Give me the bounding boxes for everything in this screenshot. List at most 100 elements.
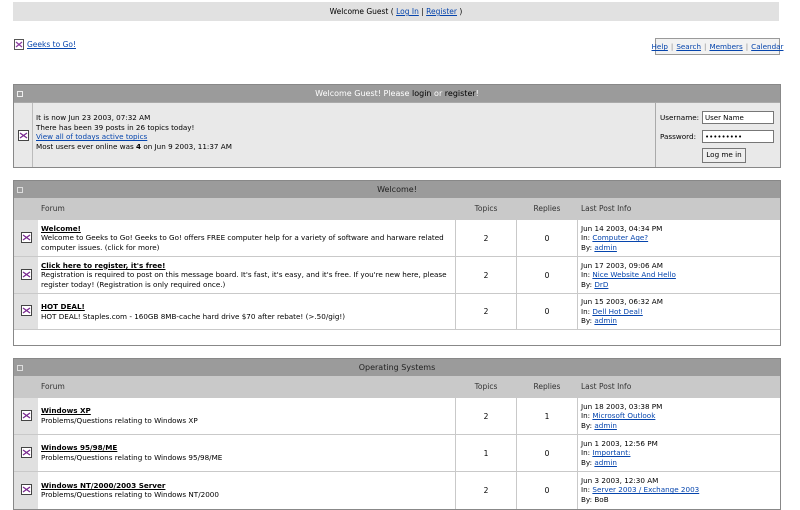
login-link[interactable]: Log In bbox=[396, 7, 419, 16]
forum-name-link[interactable]: Click here to register, it's free! bbox=[41, 261, 452, 271]
replies-count: 0 bbox=[516, 471, 578, 509]
forum-name-link[interactable]: Welcome! bbox=[41, 224, 452, 234]
category-title: Operating Systems bbox=[358, 363, 436, 372]
header-login-link[interactable]: login bbox=[412, 89, 432, 98]
last-post-date: Jun 1 2003, 12:56 PM bbox=[581, 438, 658, 448]
topics-count: 2 bbox=[455, 293, 517, 330]
in-label: In: bbox=[581, 306, 593, 316]
table-header-row: Forum Topics Replies Last Post Info bbox=[14, 376, 780, 398]
table-row: Click here to register, it's free! Regis… bbox=[14, 256, 780, 294]
replies-count: 0 bbox=[516, 434, 578, 472]
last-poster-link[interactable]: DrD bbox=[594, 280, 608, 289]
header-register-link[interactable]: register bbox=[445, 89, 476, 98]
replies-col-header: Replies bbox=[516, 376, 578, 398]
info-icon-cell bbox=[14, 103, 33, 167]
category-welcome: Welcome! Forum Topics Replies Last Post … bbox=[13, 180, 781, 346]
forum-icon bbox=[20, 305, 32, 316]
help-link[interactable]: Help bbox=[652, 42, 668, 51]
by-label: By: bbox=[581, 279, 595, 289]
welcome-head-or: or bbox=[431, 89, 445, 98]
calendar-link[interactable]: Calendar bbox=[751, 42, 783, 51]
forum-cell: Welcome! Welcome to Geeks to Go! Geeks t… bbox=[38, 219, 456, 257]
welcome-head-suffix: ! bbox=[475, 89, 479, 98]
search-link[interactable]: Search bbox=[676, 42, 701, 51]
category-footer-row bbox=[14, 329, 780, 345]
category-title: Welcome! bbox=[377, 185, 417, 194]
forum-name-link[interactable]: Windows NT/2000/2003 Server bbox=[41, 481, 452, 491]
welcome-guest-text: Welcome Guest ( bbox=[329, 7, 397, 16]
in-label: In: bbox=[581, 448, 593, 458]
brand-link[interactable]: Geeks to Go! bbox=[27, 40, 76, 49]
last-post-date: Jun 14 2003, 04:34 PM bbox=[581, 223, 663, 233]
forum-description: Welcome to Geeks to Go! Geeks to Go! off… bbox=[41, 233, 444, 252]
last-topic-link[interactable]: Computer Age? bbox=[592, 233, 648, 242]
forum-name-link[interactable]: HOT DEAL! bbox=[41, 302, 452, 312]
forum-cell: Windows XP Problems/Questions relating t… bbox=[38, 397, 456, 435]
forum-col-header: Forum bbox=[38, 198, 456, 220]
last-post-cell: Jun 1 2003, 12:56 PM In: Important: By: … bbox=[577, 434, 780, 472]
category-operating-systems: Operating Systems Forum Topics Replies L… bbox=[13, 358, 781, 510]
last-post-col-header: Last Post Info bbox=[577, 198, 780, 220]
welcome-head-text: Welcome Guest! Please bbox=[315, 89, 413, 98]
username-label: Username: bbox=[660, 113, 700, 122]
forum-icon-cell bbox=[14, 397, 38, 435]
username-input[interactable] bbox=[702, 111, 774, 124]
password-input[interactable] bbox=[702, 130, 774, 143]
forum-icon-cell bbox=[14, 256, 38, 294]
forum-name-link[interactable]: Windows XP bbox=[41, 406, 452, 416]
last-poster-link[interactable]: admin bbox=[594, 421, 617, 430]
welcome-panel-header: Welcome Guest! Please login or register! bbox=[14, 85, 780, 102]
collapse-icon[interactable] bbox=[17, 365, 23, 371]
topics-count: 2 bbox=[455, 219, 517, 257]
last-poster-link[interactable]: admin bbox=[594, 243, 617, 252]
by-label: By: bbox=[581, 457, 595, 467]
forum-icon-cell bbox=[14, 219, 38, 257]
forum-table: Forum Topics Replies Last Post Info Wind… bbox=[14, 376, 780, 509]
category-footer bbox=[14, 329, 780, 345]
table-row: Windows 95/98/ME Problems/Questions rela… bbox=[14, 434, 780, 472]
replies-count: 1 bbox=[516, 397, 578, 435]
login-button[interactable]: Log me in bbox=[702, 148, 746, 163]
members-link[interactable]: Members bbox=[709, 42, 742, 51]
collapse-icon[interactable] bbox=[17, 91, 23, 97]
register-link[interactable]: Register bbox=[426, 7, 457, 16]
topics-col-header: Topics bbox=[455, 376, 517, 398]
forum-icon bbox=[20, 268, 32, 280]
password-label: Password: bbox=[660, 132, 696, 141]
forum-cell: Click here to register, it's free! Regis… bbox=[38, 256, 456, 294]
forum-table: Forum Topics Replies Last Post Info Welc… bbox=[14, 198, 780, 345]
collapse-icon[interactable] bbox=[17, 187, 23, 193]
forum-icon bbox=[20, 409, 32, 421]
last-topic-link[interactable]: Microsoft Outlook bbox=[592, 411, 655, 420]
by-label: By: bbox=[581, 316, 595, 326]
forum-cell: Windows 95/98/ME Problems/Questions rela… bbox=[38, 434, 456, 472]
replies-col-header: Replies bbox=[516, 198, 578, 220]
most-online-text: Most users ever online was 4 on Jun 9 20… bbox=[36, 141, 232, 151]
topics-count: 1 bbox=[455, 434, 517, 472]
board-info-icon bbox=[17, 129, 29, 141]
last-poster-link[interactable]: admin bbox=[594, 458, 617, 467]
replies-count: 0 bbox=[516, 293, 578, 330]
last-poster-link[interactable]: admin bbox=[594, 316, 617, 325]
current-time: It is now Jun 23 2003, 07:32 AM bbox=[36, 113, 151, 122]
forum-col-header: Forum bbox=[38, 376, 456, 398]
last-post-date: Jun 17 2003, 09:06 AM bbox=[581, 260, 663, 270]
last-topic-link[interactable]: Nice Website And Hello bbox=[592, 270, 676, 279]
last-topic-link[interactable]: Server 2003 / Exchange 2003 bbox=[592, 485, 699, 494]
topbar-close-paren: ) bbox=[457, 7, 463, 16]
last-post-cell: Jun 18 2003, 03:38 PM In: Microsoft Outl… bbox=[577, 397, 780, 435]
last-topic-link[interactable]: Important: bbox=[592, 448, 630, 457]
last-topic-link[interactable]: Dell Hot Deal! bbox=[592, 307, 642, 316]
in-label: In: bbox=[581, 233, 593, 243]
active-topics-link[interactable]: View all of todays active topics bbox=[36, 132, 655, 142]
icon-col-header bbox=[14, 376, 38, 398]
forum-icon bbox=[20, 231, 32, 243]
forum-icon bbox=[20, 446, 32, 458]
top-nav-links: Help | Search | Members | Calendar bbox=[652, 38, 784, 55]
replies-count: 0 bbox=[516, 219, 578, 257]
nav-separator: | bbox=[670, 42, 674, 51]
topics-count: 2 bbox=[455, 397, 517, 435]
forum-icon bbox=[20, 483, 32, 495]
in-label: In: bbox=[581, 411, 593, 421]
forum-name-link[interactable]: Windows 95/98/ME bbox=[41, 443, 452, 453]
